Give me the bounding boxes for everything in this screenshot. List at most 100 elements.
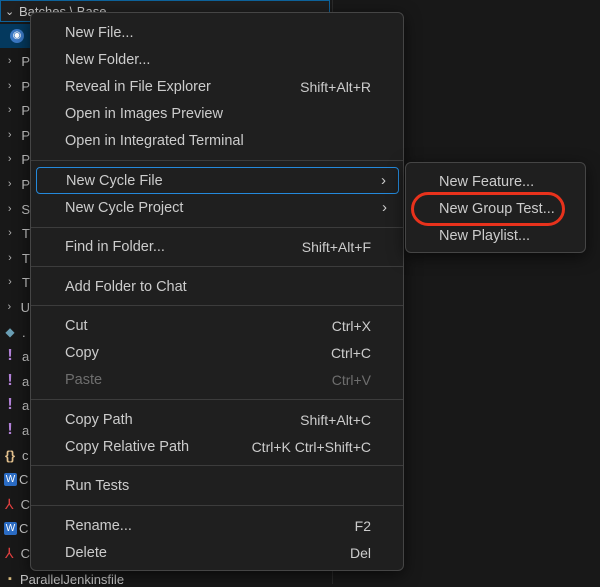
- tree-item[interactable]: {} c: [0, 443, 30, 467]
- menu-item-cut[interactable]: Cut Ctrl+X: [36, 312, 399, 339]
- chevron-right-icon: ›: [7, 203, 12, 215]
- chevron-right-icon: ›: [8, 252, 12, 264]
- submenu-item-label: New Feature...: [439, 174, 535, 190]
- submenu-item-new-group-test[interactable]: New Group Test...: [406, 196, 585, 222]
- tree-item[interactable]: ! a: [0, 344, 30, 368]
- menu-item-shortcut: Ctrl+C: [330, 344, 371, 361]
- tree-item[interactable]: › P: [0, 49, 30, 73]
- menu-item-label: Run Tests: [65, 477, 130, 494]
- brace-file-icon: {}: [4, 447, 16, 463]
- tree-item[interactable]: ! a: [0, 418, 30, 442]
- submenu-item-new-feature[interactable]: New Feature...: [406, 169, 585, 195]
- menu-separator: [31, 160, 403, 161]
- tree-item-label: P: [21, 127, 30, 143]
- tree-item[interactable]: › T: [0, 246, 30, 270]
- menu-item-open-integrated-terminal[interactable]: Open in Integrated Terminal: [36, 127, 399, 154]
- tree-item[interactable]: › P: [0, 98, 30, 122]
- menu-item-label: Copy Path: [65, 411, 133, 428]
- menu-item-new-cycle-project[interactable]: New Cycle Project ›: [36, 194, 399, 221]
- menu-item-shortcut: Shift+Alt+R: [300, 78, 371, 95]
- excl-file-icon: !: [7, 372, 13, 389]
- menu-separator: [31, 505, 403, 506]
- menu-item-shortcut: Ctrl+K Ctrl+Shift+C: [251, 438, 371, 455]
- tree-item-label: c: [22, 447, 29, 463]
- tree-item[interactable]: › P: [0, 172, 30, 196]
- context-menu: New File... New Folder... Reveal in File…: [30, 12, 404, 571]
- tree-item[interactable]: ! a: [0, 393, 30, 417]
- globe-file-icon: ◉: [10, 29, 24, 43]
- tree-item-label: P: [21, 176, 30, 192]
- menu-item-shortcut: Del: [349, 544, 371, 561]
- tree-item[interactable]: ⅄ C: [0, 541, 30, 565]
- menu-separator: [31, 399, 403, 400]
- menu-item-reveal-in-file-explorer[interactable]: Reveal in File Explorer Shift+Alt+R: [36, 73, 399, 100]
- submenu-item-label: New Group Test...: [439, 201, 555, 217]
- tree-item[interactable]: › P: [0, 147, 30, 171]
- menu-item-label: Add Folder to Chat: [65, 278, 187, 295]
- menu-item-shortcut: F2: [354, 517, 371, 534]
- menu-item-label: Reveal in File Explorer: [65, 78, 211, 95]
- diamond-file-icon: ◆: [5, 325, 15, 339]
- tree-item[interactable]: › U: [0, 295, 30, 319]
- menu-item-label: New Cycle File: [66, 172, 163, 189]
- menu-item-shortcut: Shift+Alt+F: [301, 238, 371, 255]
- menu-item-copy-path[interactable]: Copy Path Shift+Alt+C: [36, 406, 399, 433]
- tree-item[interactable]: ⅄ C: [0, 492, 30, 516]
- menu-item-new-folder[interactable]: New Folder...: [36, 46, 399, 73]
- menu-item-label: Rename...: [65, 517, 132, 534]
- tree-item-label: C: [20, 545, 30, 561]
- menu-separator: [31, 266, 403, 267]
- menu-item-label: Open in Integrated Terminal: [65, 132, 244, 149]
- menu-item-label: Delete: [65, 544, 107, 561]
- tree-item[interactable]: ◆.: [0, 320, 30, 344]
- menu-item-new-file[interactable]: New File...: [36, 19, 399, 46]
- menu-item-delete[interactable]: Delete Del: [36, 539, 399, 566]
- chevron-right-icon: ›: [7, 104, 12, 116]
- tree-item-label: S: [21, 201, 30, 217]
- menu-separator: [31, 305, 403, 306]
- tree-item[interactable]: ! a: [0, 369, 30, 393]
- tree-item-label: .: [22, 324, 26, 340]
- chevron-right-icon: ›: [8, 276, 12, 288]
- menu-item-shortcut: Shift+Alt+C: [300, 411, 371, 428]
- menu-item-label: Cut: [65, 317, 88, 334]
- chevron-right-icon: ›: [7, 178, 12, 190]
- menu-item-label: Paste: [65, 371, 103, 388]
- tree-item-label: C: [19, 471, 29, 487]
- submenu-item-label: New Playlist...: [439, 228, 531, 244]
- menu-item-rename[interactable]: Rename... F2: [36, 512, 399, 539]
- menu-item-shortcut: Ctrl+V: [331, 371, 371, 388]
- tree-item[interactable]: WC: [0, 516, 30, 540]
- menu-item-label: Open in Images Preview: [65, 105, 223, 122]
- menu-item-label: New File...: [65, 24, 134, 41]
- menu-item-copy[interactable]: Copy Ctrl+C: [36, 339, 399, 366]
- pdf-file-icon: ⅄: [5, 495, 14, 512]
- tree-item-label: T: [22, 225, 30, 241]
- excl-file-icon: !: [7, 347, 13, 364]
- file-icon: ▪: [8, 573, 12, 585]
- menu-item-add-folder-to-chat[interactable]: Add Folder to Chat: [36, 273, 399, 300]
- tree-item-label: P: [21, 102, 30, 118]
- tree-item[interactable]: › T: [0, 270, 30, 294]
- tree-item[interactable]: › S: [0, 197, 30, 221]
- tree-item[interactable]: › P: [0, 123, 30, 147]
- tree-item-label: P: [21, 151, 30, 167]
- menu-item-new-cycle-file[interactable]: New Cycle File ›: [36, 167, 399, 194]
- tree-item[interactable]: › P: [0, 74, 30, 98]
- chevron-right-icon: ›: [7, 301, 12, 313]
- menu-item-run-tests[interactable]: Run Tests: [36, 472, 399, 499]
- chevron-right-icon: ›: [7, 55, 12, 67]
- new-cycle-file-submenu: New Feature... New Group Test... New Pla…: [405, 162, 586, 253]
- tree-item-label: U: [20, 299, 30, 315]
- menu-item-open-images-preview[interactable]: Open in Images Preview: [36, 100, 399, 127]
- tree-item[interactable]: › T: [0, 221, 30, 245]
- menu-item-find-in-folder[interactable]: Find in Folder... Shift+Alt+F: [36, 233, 399, 260]
- submenu-item-new-playlist[interactable]: New Playlist...: [406, 223, 585, 249]
- tree-item[interactable]: WC: [0, 467, 30, 491]
- menu-item-label: Copy Relative Path: [65, 438, 190, 455]
- menu-item-paste: Paste Ctrl+V: [36, 366, 399, 393]
- menu-item-copy-relative-path[interactable]: Copy Relative Path Ctrl+K Ctrl+Shift+C: [36, 433, 399, 460]
- chevron-right-icon: ›: [7, 129, 12, 141]
- tree-item-label: a: [22, 348, 30, 364]
- word-file-icon: W: [4, 472, 17, 486]
